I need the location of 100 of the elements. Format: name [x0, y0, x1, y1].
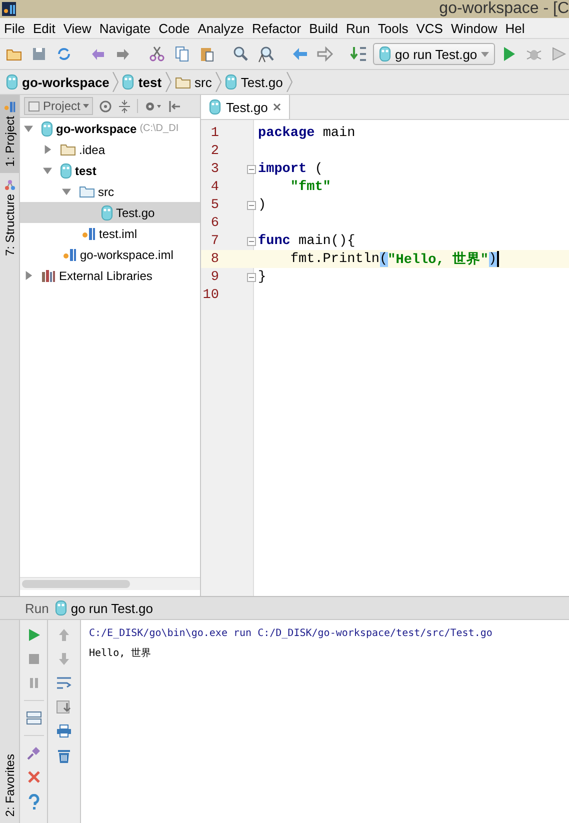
collapse-icon[interactable]	[118, 100, 132, 112]
panel-title: Run	[25, 600, 49, 616]
structure-icon	[4, 178, 16, 191]
menu-item[interactable]: View	[59, 20, 96, 36]
breadcrumb-item[interactable]: go-workspace	[6, 74, 110, 90]
menu-item[interactable]: Build	[305, 20, 342, 36]
expanded-arrow-icon[interactable]	[24, 124, 33, 133]
folder-icon	[60, 143, 76, 156]
menu-item[interactable]: Code	[154, 20, 194, 36]
paste-icon[interactable]	[198, 45, 216, 63]
line-number: 5	[210, 198, 220, 212]
project-icon	[28, 100, 40, 112]
line-number: 2	[210, 144, 220, 158]
breadcrumb-item[interactable]: Test.go	[224, 74, 283, 90]
menu-item[interactable]: Tools	[374, 20, 412, 36]
gopher-icon	[379, 46, 391, 62]
binary-arrow-icon[interactable]	[350, 45, 368, 63]
tree-item[interactable]: go-workspace (C:\D_DI	[20, 118, 200, 139]
breadcrumb-item[interactable]: src	[174, 74, 212, 90]
view-dropdown[interactable]: Project	[24, 97, 94, 115]
fold-marker-icon[interactable]	[247, 236, 256, 246]
folder-icon	[79, 185, 95, 198]
gopher-icon	[6, 74, 18, 90]
menu-item[interactable]: Hel	[501, 20, 529, 36]
down-arrow-icon[interactable]	[57, 652, 71, 666]
folder-icon	[174, 76, 191, 88]
line-number: 7	[210, 234, 220, 248]
horizontal-scrollbar[interactable]	[20, 577, 200, 590]
coverage-icon[interactable]	[550, 45, 568, 63]
run-tab[interactable]: go run Test.go	[54, 600, 154, 616]
scroll-to-end-icon[interactable]	[56, 700, 72, 714]
tree-item[interactable]: test.iml	[20, 223, 200, 244]
chevron-icon	[164, 72, 172, 92]
editor-tab[interactable]: Test.go	[201, 95, 290, 119]
line-number: 8	[210, 252, 220, 266]
cut-icon[interactable]	[148, 45, 166, 63]
gopher-icon	[101, 204, 113, 220]
run-config-dropdown[interactable]: go run Test.go	[373, 43, 496, 65]
stop-icon[interactable]	[26, 652, 40, 666]
menu-item[interactable]: Analyze	[194, 20, 248, 36]
tree-item[interactable]: src	[20, 181, 200, 202]
layout-icon[interactable]	[26, 711, 42, 725]
pin-icon[interactable]	[26, 746, 40, 760]
line-number: 4	[210, 180, 220, 194]
print-icon[interactable]	[56, 724, 72, 738]
gopher-icon	[60, 162, 72, 178]
line-number: 10	[202, 288, 220, 302]
up-arrow-icon[interactable]	[57, 628, 71, 642]
fold-marker-icon[interactable]	[247, 164, 256, 174]
chevron-icon	[286, 72, 293, 92]
fold-marker-icon[interactable]	[247, 200, 256, 210]
window-title: go-workspace - [C	[439, 0, 569, 18]
close-icon[interactable]	[272, 103, 281, 111]
collapsed-arrow-icon[interactable]	[43, 145, 52, 154]
library-icon	[41, 269, 56, 282]
tree-item[interactable]: go-workspace.iml	[20, 244, 200, 265]
module-icon	[4, 101, 16, 113]
module-file-icon	[82, 226, 96, 240]
menu-item[interactable]: VCS	[412, 20, 447, 36]
run-icon[interactable]	[26, 628, 40, 642]
search-icon[interactable]	[232, 45, 250, 63]
expanded-arrow-icon[interactable]	[43, 166, 52, 175]
menu-item[interactable]: Window	[446, 20, 502, 36]
path-hint: (C:\D_DI	[140, 123, 179, 134]
soft-wrap-icon[interactable]	[56, 676, 72, 690]
code-line: fmt.Println("Hello, 世界")	[290, 250, 499, 268]
save-icon[interactable]	[30, 45, 48, 63]
sync-icon[interactable]	[55, 45, 73, 63]
menu-item[interactable]: Refactor	[248, 20, 306, 36]
side-tab[interactable]: 1: Project	[0, 95, 19, 173]
trash-icon[interactable]	[57, 748, 71, 764]
close-icon[interactable]	[26, 770, 40, 784]
tree-item[interactable]: Test.go	[20, 202, 200, 223]
console-line: C:/E_DISK/go\bin\go.exe run C:/D_DISK/go-workspace/test/src/Test.go	[89, 627, 494, 641]
line-number: 6	[210, 216, 220, 230]
line-number: 9	[210, 270, 220, 284]
tree-item[interactable]: .idea	[20, 139, 200, 160]
console-line: Hello, 世界	[89, 646, 152, 661]
forward-icon[interactable]	[316, 45, 334, 63]
settings-icon[interactable]	[144, 100, 162, 112]
find-replace-icon[interactable]	[257, 45, 275, 63]
breadcrumb-item[interactable]: test	[122, 74, 162, 90]
side-tab[interactable]: 2: Favorites	[0, 748, 19, 823]
chevron-icon	[214, 72, 222, 92]
menu-item[interactable]: Navigate	[95, 20, 155, 36]
line-number: 3	[210, 162, 220, 176]
fold-marker-icon[interactable]	[247, 272, 256, 282]
hide-panel-icon[interactable]	[168, 100, 182, 112]
code-line: )	[258, 198, 266, 212]
expanded-arrow-icon[interactable]	[62, 187, 71, 196]
menu-item[interactable]: Run	[342, 20, 374, 36]
collapsed-arrow-icon[interactable]	[24, 271, 33, 280]
menu-item[interactable]: Edit	[28, 20, 60, 36]
side-tab[interactable]: 7: Structure	[0, 172, 19, 262]
target-icon[interactable]	[99, 100, 112, 112]
menu-item[interactable]: File	[0, 20, 29, 36]
copy-icon[interactable]	[173, 45, 191, 63]
help-icon[interactable]	[28, 794, 40, 810]
tree-item[interactable]: test	[20, 160, 200, 181]
tree-item[interactable]: External Libraries	[20, 265, 200, 286]
